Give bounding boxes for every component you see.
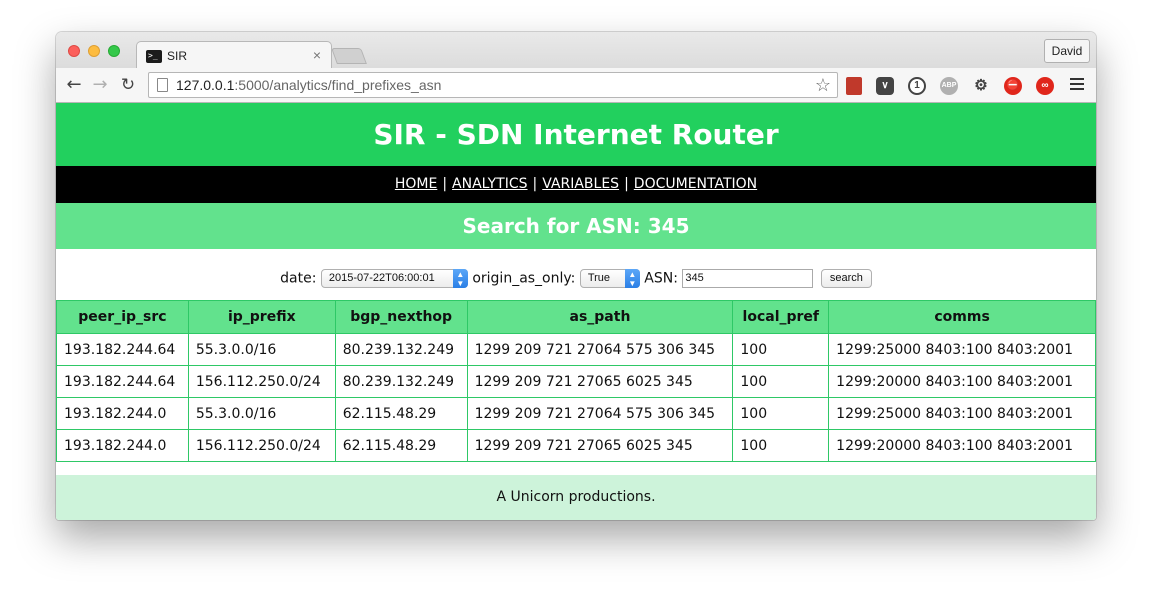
url-text[interactable]: 127.0.0.1:5000/analytics/find_prefixes_a… [176, 73, 441, 97]
table-row: 193.182.244.0 156.112.250.0/24 62.115.48… [56, 429, 1096, 462]
column-header: bgp_nexthop [334, 300, 468, 334]
date-label: date: [280, 270, 317, 287]
origin-as-only-label: origin_as_only: [472, 270, 576, 287]
pocket-icon[interactable]: ∨ [876, 77, 894, 95]
origin-select-value: True [587, 272, 611, 284]
search-button[interactable]: search [820, 269, 872, 288]
close-window-button[interactable] [68, 45, 80, 57]
table-cell: 80.239.132.249 [334, 365, 468, 398]
table-cell: 62.115.48.29 [334, 397, 468, 430]
star-icon[interactable]: ☆ [815, 73, 831, 97]
back-arrow-icon[interactable]: ← [64, 75, 84, 95]
table-row: 193.182.244.64 156.112.250.0/24 80.239.1… [56, 365, 1096, 398]
table-row: 193.182.244.64 55.3.0.0/16 80.239.132.24… [56, 333, 1096, 366]
search-form: date: 2015-07-22T06:00:01 ▲ ▼ origin_as_on… [56, 249, 1096, 300]
table-cell: 156.112.250.0/24 [187, 365, 336, 398]
table-cell: 1299:20000 8403:100 8403:2001 [828, 429, 1096, 462]
table-cell: 156.112.250.0/24 [187, 429, 336, 462]
url-path: :5000/analytics/find_prefixes_asn [234, 77, 442, 93]
browser-window: >_ SIR × David ← → ↻ 127.0.0.1:5000/anal… [56, 32, 1096, 520]
date-select[interactable]: 2015-07-22T06:00:01 ▲ ▼ [320, 269, 468, 288]
minimize-window-button[interactable] [88, 45, 100, 57]
table-cell: 1299 209 721 27064 575 306 345 [466, 333, 734, 366]
profile-button[interactable]: David [1044, 39, 1090, 63]
url-host: 127.0.0.1 [176, 77, 235, 93]
nav-separator: | [442, 176, 448, 192]
asn-label: ASN: [644, 270, 678, 287]
tab-close-icon[interactable]: × [313, 47, 321, 63]
wrench-icon[interactable]: ⚙ [972, 77, 990, 95]
table-cell: 100 [732, 397, 830, 430]
table-cell: 80.239.132.249 [334, 333, 468, 366]
table-cell: 193.182.244.0 [56, 429, 189, 462]
table-cell: 193.182.244.64 [56, 333, 189, 366]
tab-title: SIR [167, 49, 188, 63]
table-cell: 193.182.244.64 [56, 365, 189, 398]
adblock-plus-icon[interactable]: ABP [940, 77, 958, 95]
forward-arrow-icon[interactable]: → [90, 75, 110, 95]
1password-icon[interactable]: 1 [908, 77, 926, 95]
origin-as-only-select[interactable]: True ▲ ▼ [579, 269, 640, 288]
browser-tab[interactable]: >_ SIR × [136, 41, 332, 69]
column-header: peer_ip_src [56, 300, 189, 334]
title-bar: >_ SIR × David [56, 32, 1096, 69]
creative-cloud-icon[interactable]: ∞ [1036, 77, 1054, 95]
table-cell: 193.182.244.0 [56, 397, 189, 430]
table-cell: 1299:25000 8403:100 8403:2001 [828, 333, 1096, 366]
page-footer: A Unicorn productions. [56, 475, 1096, 520]
table-cell: 55.3.0.0/16 [187, 397, 336, 430]
web-page: SIR - SDN Internet Router HOME | ANALYTICS… [56, 103, 1096, 520]
nav-link-analytics[interactable]: ANALYTICS [452, 176, 527, 192]
nav-link-documentation[interactable]: DOCUMENTATION [634, 176, 757, 192]
table-cell: 55.3.0.0/16 [187, 333, 336, 366]
table-cell: 100 [732, 333, 830, 366]
address-bar[interactable]: 127.0.0.1:5000/analytics/find_prefixes_a… [148, 72, 838, 98]
zoom-window-button[interactable] [108, 45, 120, 57]
table-cell: 1299 209 721 27064 575 306 345 [466, 397, 734, 430]
column-header: as_path [466, 300, 734, 334]
search-heading: Search for ASN: 345 [56, 203, 1096, 249]
prefixes-table: peer_ip_src ip_prefix bgp_nexthop as_pat… [56, 300, 1096, 462]
table-cell: 100 [732, 365, 830, 398]
table-cell: 1299 209 721 27065 6025 345 [466, 429, 734, 462]
terminal-favicon-icon: >_ [146, 50, 162, 63]
table-header-row: peer_ip_src ip_prefix bgp_nexthop as_pat… [56, 300, 1096, 334]
column-header: ip_prefix [187, 300, 336, 334]
table-row: 193.182.244.0 55.3.0.0/16 62.115.48.29 1… [56, 397, 1096, 430]
main-nav: HOME | ANALYTICS | VARIABLES | DOCUMENTATION [56, 166, 1096, 203]
date-select-value: 2015-07-22T06:00:01 [328, 272, 435, 284]
table-cell: 1299:20000 8403:100 8403:2001 [828, 365, 1096, 398]
table-cell: 100 [732, 429, 830, 462]
nav-separator: | [532, 176, 538, 192]
column-header: local_pref [732, 300, 830, 334]
page-title: SIR - SDN Internet Router [56, 103, 1096, 166]
reload-icon[interactable]: ↻ [118, 75, 138, 95]
stop-icon[interactable]: ⛔ [1004, 77, 1022, 95]
page-icon [157, 78, 168, 92]
nav-link-home[interactable]: HOME [395, 176, 437, 192]
table-cell: 1299:25000 8403:100 8403:2001 [828, 397, 1096, 430]
menu-icon[interactable] [1070, 78, 1084, 92]
column-header: comms [828, 300, 1096, 334]
select-arrows-icon: ▲ ▼ [452, 269, 468, 288]
table-cell: 1299 209 721 27065 6025 345 [466, 365, 734, 398]
table-cell: 62.115.48.29 [334, 429, 468, 462]
nav-link-variables[interactable]: VARIABLES [542, 176, 619, 192]
asn-input[interactable]: 345 [682, 269, 814, 288]
new-tab-button[interactable] [331, 48, 367, 64]
bookmark-extension-icon[interactable] [846, 77, 862, 95]
browser-toolbar: ← → ↻ 127.0.0.1:5000/analytics/find_pref… [56, 68, 1096, 103]
select-arrows-icon: ▲ ▼ [624, 269, 640, 288]
nav-separator: | [624, 176, 629, 192]
